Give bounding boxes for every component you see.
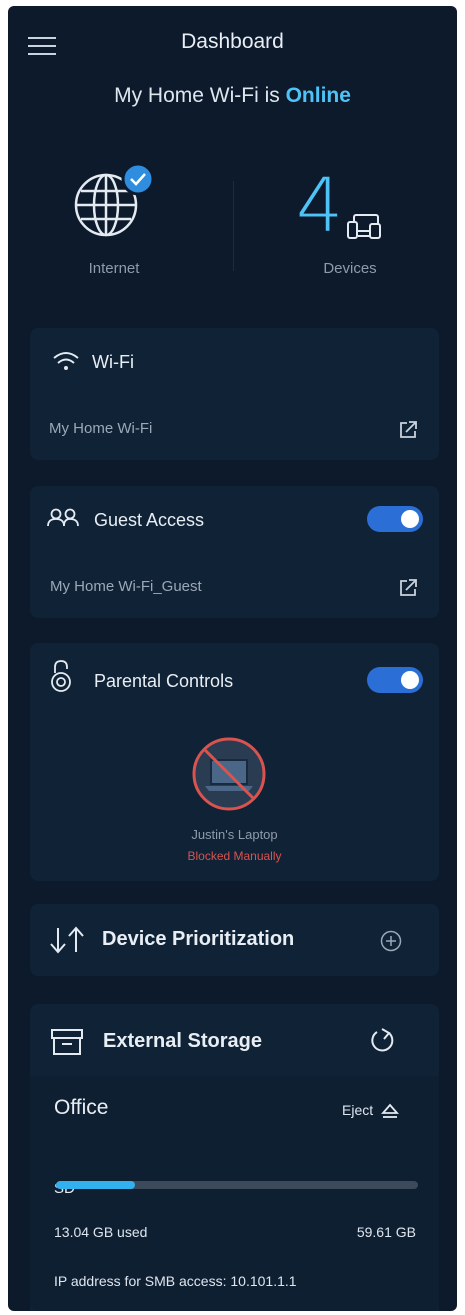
eject-label: Eject <box>342 1102 374 1118</box>
external-link-icon[interactable] <box>398 420 418 440</box>
plus-circle-icon[interactable] <box>380 930 402 952</box>
network-status: My Home Wi-Fi is Online <box>8 84 457 108</box>
guest-access-card[interactable]: Guest Access My Home Wi-Fi_Guest <box>30 486 439 618</box>
refresh-icon[interactable] <box>368 1026 396 1054</box>
wifi-network-name: My Home Wi-Fi <box>49 420 153 437</box>
blocked-device-status: Blocked Manually <box>187 849 282 863</box>
eject-icon <box>381 1103 399 1119</box>
external-storage-card: External Storage Office Eject SD 13.04 G… <box>30 1004 439 1311</box>
device-prioritization-card[interactable]: Device Prioritization <box>30 904 439 976</box>
eject-button[interactable]: Eject <box>342 1102 399 1119</box>
wifi-card[interactable]: Wi-Fi My Home Wi-Fi <box>30 328 439 460</box>
drive-name: Office <box>54 1096 109 1119</box>
toggle-knob <box>401 671 419 689</box>
guest-access-title: Guest Access <box>94 510 205 530</box>
smb-ip-address: IP address for SMB access: 10.101.1.1 <box>54 1273 297 1289</box>
toggle-knob <box>401 510 419 528</box>
network-status-state: Online <box>285 84 351 107</box>
storage-drive-panel: Office Eject SD 13.04 GB used 59.61 GB I… <box>30 1076 439 1311</box>
device-prioritization-title: Device Prioritization <box>102 928 295 950</box>
blocked-device-name: Justin's Laptop <box>191 827 278 842</box>
page-title: Dashboard <box>181 30 284 53</box>
wifi-title: Wi-Fi <box>92 352 134 372</box>
external-storage-title: External Storage <box>103 1030 262 1052</box>
blocked-laptop-icon <box>192 737 266 811</box>
internet-label: Internet <box>88 260 140 277</box>
guest-users-icon <box>47 508 79 527</box>
stats-divider <box>233 181 234 271</box>
globe-check-icon <box>74 162 155 237</box>
storage-total: 59.61 GB <box>356 1224 416 1240</box>
guest-network-name: My Home Wi-Fi_Guest <box>50 578 202 595</box>
network-status-prefix: My Home Wi-Fi is <box>114 84 280 107</box>
storage-progress-fill <box>56 1181 136 1189</box>
external-link-icon[interactable] <box>398 578 418 598</box>
up-down-arrows-icon <box>50 926 84 954</box>
parental-controls-card[interactable]: Parental Controls Justin's Laptop Blocke… <box>30 643 439 881</box>
devices-label: Devices <box>323 260 377 277</box>
app-screen: Dashboard My Home Wi-Fi is Online Intern… <box>8 6 457 1311</box>
wifi-icon <box>53 352 79 370</box>
parental-controls-toggle[interactable] <box>367 667 423 693</box>
devices-count: 4 <box>296 163 344 249</box>
parental-controls-title: Parental Controls <box>94 671 234 691</box>
storage-progress-bar <box>56 1181 418 1189</box>
guest-access-toggle[interactable] <box>367 506 423 532</box>
lock-icon <box>51 660 71 692</box>
storage-used: 13.04 GB used <box>54 1224 148 1240</box>
storage-drive-icon <box>51 1029 83 1055</box>
devices-icon <box>347 214 381 239</box>
